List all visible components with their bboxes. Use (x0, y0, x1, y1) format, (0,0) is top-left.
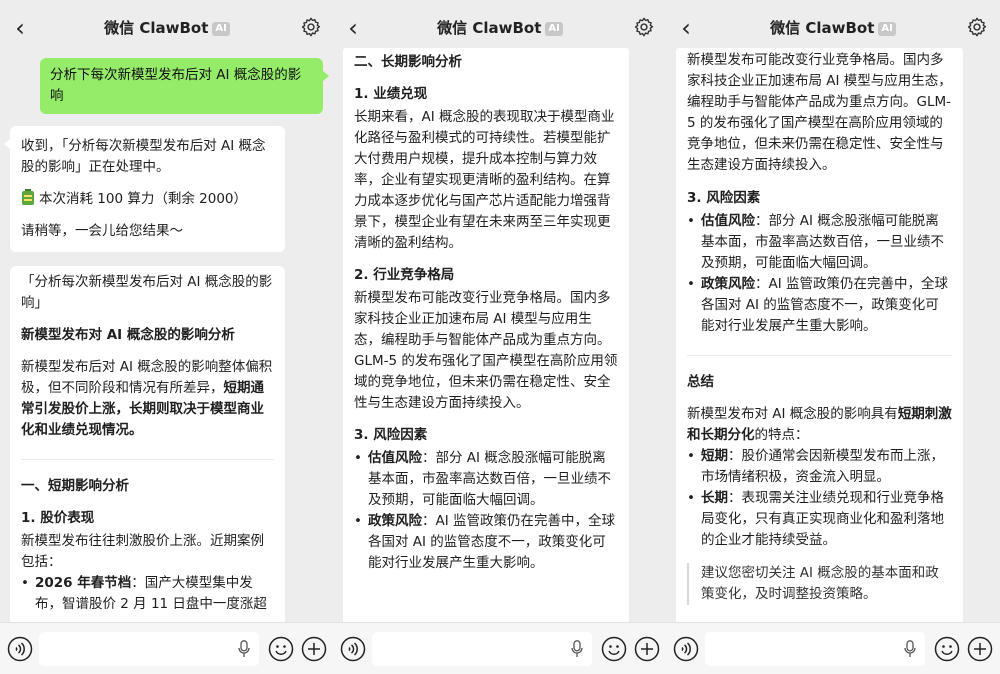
chat-title-text: 微信 ClawBot (437, 19, 542, 37)
risk-bold: 估值风险 (701, 213, 755, 229)
bullet-bold: 2026 年春节档 (35, 575, 132, 591)
section-heading: 二、长期影响分析 (354, 54, 462, 70)
app-root: ‹ 微信 ClawBot AI 分析下每次新模型发布后对 AI 概念股的影响 收到… (0, 0, 1000, 674)
list-item: 估值风险：部分 AI 概念股涨幅可能脱离基本面，市盈率高达数百倍，一旦业绩不及预… (354, 448, 618, 511)
sub-text: 长期来看，AI 概念股的表现取决于模型商业化路径与盈利模式的可持续性。若模型能扩… (354, 109, 615, 251)
summary-plain: 新模型发布对 AI 概念股的影响具有 (687, 406, 898, 422)
divider (21, 459, 274, 460)
chat-title: 微信 ClawBot AI (0, 17, 334, 39)
emoji-icon[interactable] (601, 636, 627, 662)
subheading: 1. 业绩兑现 (354, 86, 428, 102)
mic-icon[interactable] (904, 640, 916, 658)
sub-text: 新模型发布往往刺激股价上涨。近期案例包括： (21, 533, 264, 570)
message-input[interactable] (372, 632, 592, 666)
status-bubble[interactable]: 收到，「分析每次新模型发布后对 AI 概念股的影响」正在处理中。 本次消耗 10… (4, 126, 285, 252)
message-list[interactable]: 新模型发布可能改变行业竞争格局。国内多家科技企业正加速布局 AI 模型与应用生态… (666, 48, 1000, 622)
list-item: 长期：表现需关注业绩兑现和行业竞争格局变化，只有真正实现商业化和盈利落地的企业才… (687, 488, 952, 551)
subheading: 3. 风险因素 (687, 190, 761, 206)
gear-icon[interactable] (633, 16, 655, 38)
input-bar (333, 622, 667, 674)
message-input[interactable] (39, 632, 259, 666)
chat-panel-3: ‹ 微信 ClawBot AI 新模型发布可能改变行业竞争格局。国内多家科技企业正… (666, 0, 1000, 674)
report-intro: 新模型发布后对 AI 概念股的影响整体偏积极，但不同阶段和情况有所差异，短期通常… (21, 357, 274, 441)
plus-icon[interactable] (301, 636, 327, 662)
risk-bold: 估值风险 (368, 450, 422, 466)
sub-text: 新模型发布可能改变行业竞争格局。国内多家科技企业正加速布局 AI 模型与应用生态… (687, 52, 952, 173)
plus-icon[interactable] (634, 636, 660, 662)
cost-text: 本次消耗 100 算力（剩余 2000） (39, 191, 247, 207)
chat-panel-2: ‹ 微信 ClawBot AI 二、长期影响分析 1. 业绩兑现 长期来看，AI … (333, 0, 667, 674)
report-bubble-1[interactable]: 「分析每次新模型发布后对 AI 概念股的影响」 新模型发布对 AI 概念股的影响… (10, 266, 285, 622)
risk-bold: 政策风险 (701, 276, 755, 292)
message-list[interactable]: 分析下每次新模型发布后对 AI 概念股的影响 收到，「分析每次新模型发布后对 A… (0, 48, 334, 622)
list-item: 政策风险：AI 监管政策仍在完善中，全球各国对 AI 的监管态度不一，政策变化可… (687, 274, 952, 337)
input-bar (0, 622, 334, 674)
subheading: 3. 风险因素 (354, 427, 428, 443)
input-bar (666, 622, 1000, 674)
risk-bold: 政策风险 (368, 513, 422, 529)
voice-icon[interactable] (340, 636, 366, 662)
gear-icon[interactable] (966, 16, 988, 38)
report-bubble-2[interactable]: 二、长期影响分析 1. 业绩兑现 长期来看，AI 概念股的表现取决于模型商业化路… (343, 48, 629, 622)
report-bubble-3[interactable]: 新模型发布可能改变行业竞争格局。国内多家科技企业正加速布局 AI 模型与应用生态… (676, 48, 963, 622)
voice-icon[interactable] (7, 636, 33, 662)
cost-line: 本次消耗 100 算力（剩余 2000） (21, 189, 274, 210)
summary-text: 新模型发布对 AI 概念股的影响具有短期刺激和长期分化的特点： (687, 404, 952, 446)
message-input[interactable] (705, 632, 925, 666)
chat-panel-1: ‹ 微信 ClawBot AI 分析下每次新模型发布后对 AI 概念股的影响 收到… (0, 0, 334, 674)
ai-badge: AI (878, 22, 896, 36)
list-item: 估值风险：部分 AI 概念股涨幅可能脱离基本面，市盈率高达数百倍，一旦业绩不及预… (687, 211, 952, 274)
list-item: 2026 年春节档：国产大模型集中发布，智谱股价 2 月 11 日盘中一度涨超 (21, 573, 274, 615)
advice-quote: 建议您密切关注 AI 概念股的基本面和政策变化，及时调整投资策略。 (687, 563, 952, 605)
summary-item-bold: 短期 (701, 448, 728, 464)
emoji-icon[interactable] (268, 636, 294, 662)
gear-icon[interactable] (300, 16, 322, 38)
ai-badge: AI (545, 22, 563, 36)
divider (687, 355, 952, 356)
summary-tail: 的特点： (754, 427, 809, 443)
report-heading: 新模型发布对 AI 概念股的影响分析 (21, 327, 235, 343)
summary-item-bold: 长期 (701, 490, 728, 506)
chat-title-text: 微信 ClawBot (104, 19, 209, 37)
ai-badge: AI (212, 22, 230, 36)
chat-title: 微信 ClawBot AI (666, 17, 1000, 39)
subheading: 2. 行业竞争格局 (354, 267, 455, 283)
summary-item-text: ：表现需关注业绩兑现和行业竞争格局变化，只有真正实现商业化和盈利落地的企业才能持… (701, 490, 944, 548)
status-line: 收到，「分析每次新模型发布后对 AI 概念股的影响」正在处理中。 (21, 138, 266, 175)
summary-heading: 总结 (687, 374, 714, 390)
voice-icon[interactable] (673, 636, 699, 662)
wait-line: 请稍等，一会儿给您结果～ (21, 223, 183, 239)
user-message-bubble[interactable]: 分析下每次新模型发布后对 AI 概念股的影响 (40, 58, 329, 114)
list-item: 政策风险：AI 监管政策仍在完善中，全球各国对 AI 的监管态度不一，政策变化可… (354, 511, 618, 574)
mic-icon[interactable] (571, 640, 583, 658)
list-item: 短期：股价通常会因新模型发布而上涨，市场情绪积极，资金流入明显。 (687, 446, 952, 488)
plus-icon[interactable] (967, 636, 993, 662)
subheading: 1. 股价表现 (21, 510, 95, 526)
summary-list: 短期：股价通常会因新模型发布而上涨，市场情绪积极，资金流入明显。 长期：表现需关… (687, 446, 952, 551)
mic-icon[interactable] (238, 640, 250, 658)
bullet-list: 2026 年春节档：国产大模型集中发布，智谱股价 2 月 11 日盘中一度涨超 (21, 573, 274, 615)
quote-title: 「分析每次新模型发布后对 AI 概念股的影响」 (21, 274, 273, 311)
battery-icon (22, 189, 34, 205)
sub-text: 新模型发布可能改变行业竞争格局。国内多家科技企业正加速布局 AI 模型与应用生态… (354, 290, 618, 411)
emoji-icon[interactable] (934, 636, 960, 662)
chat-title: 微信 ClawBot AI (333, 17, 667, 39)
chat-title-text: 微信 ClawBot (770, 19, 875, 37)
risk-list: 估值风险：部分 AI 概念股涨幅可能脱离基本面，市盈率高达数百倍，一旦业绩不及预… (354, 448, 618, 574)
risk-list: 估值风险：部分 AI 概念股涨幅可能脱离基本面，市盈率高达数百倍，一旦业绩不及预… (687, 211, 952, 337)
section-heading: 一、短期影响分析 (21, 478, 129, 494)
message-list[interactable]: 二、长期影响分析 1. 业绩兑现 长期来看，AI 概念股的表现取决于模型商业化路… (333, 48, 667, 622)
summary-item-text: ：股价通常会因新模型发布而上涨，市场情绪积极，资金流入明显。 (701, 448, 944, 485)
